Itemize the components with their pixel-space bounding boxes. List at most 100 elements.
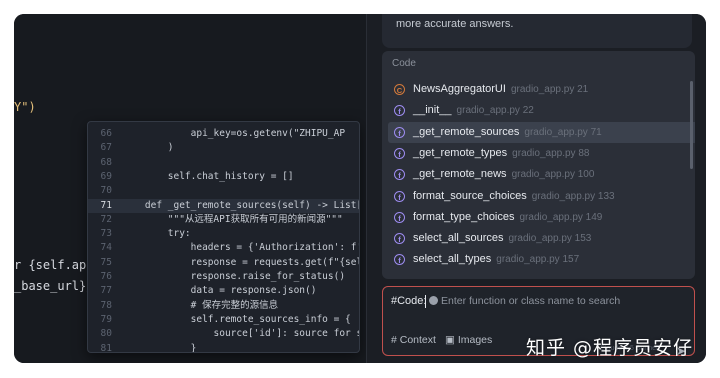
code-text: source['id']: source for so <box>122 328 360 340</box>
symbol-name: select_all_sources <box>413 232 504 245</box>
editor-line: Y") <box>14 100 36 114</box>
suggestion-label: select_all_sources gradio_app.py 153 <box>413 232 591 244</box>
line-number: 78 <box>100 299 112 311</box>
code-line: 66 api_key=os.getenv("ZHIPU_AP <box>88 127 359 141</box>
symbol-location: gradio_app.py 22 <box>456 105 534 117</box>
code-text: try: <box>122 228 191 240</box>
suggestion-label: NewsAggregatorUI gradio_app.py 21 <box>413 83 588 95</box>
symbol-location: gradio_app.py 157 <box>496 254 580 266</box>
context-button[interactable]: # Context <box>391 334 436 346</box>
code-line: 76 response.raise_for_status() <box>88 270 359 284</box>
suggestion-item[interactable]: f _get_remote_types gradio_app.py 88 <box>388 143 695 164</box>
symbol-location: gradio_app.py 153 <box>508 233 592 245</box>
suggestion-label: _get_remote_types gradio_app.py 88 <box>413 147 589 159</box>
function-icon: f <box>394 147 405 159</box>
line-number: 71 <box>100 199 112 211</box>
code-text: headers = {'Authorization': f'B <box>122 242 360 254</box>
symbol-name: _get_remote_sources <box>413 125 520 138</box>
code-text: } <box>122 342 197 353</box>
code-line: 67 ) <box>88 141 359 155</box>
app-window: Y") r {self.api _base_url}/ 66 api_key=o… <box>14 14 706 363</box>
image-icon: ▣ <box>445 334 458 346</box>
line-number: 74 <box>100 242 112 254</box>
class-icon: C <box>394 84 405 95</box>
suggestion-item[interactable]: f _get_remote_sources gradio_app.py 71 <box>388 121 695 143</box>
assistant-message: more accurate answers. <box>382 14 692 48</box>
code-text: response.raise_for_status() <box>122 271 346 282</box>
suggestions-title: Code <box>392 58 416 69</box>
suggestion-label: _get_remote_news gradio_app.py 100 <box>413 168 594 180</box>
code-line: 81 } <box>88 342 359 353</box>
text-cursor <box>425 295 426 308</box>
line-number: 66 <box>100 128 112 139</box>
function-icon: f <box>394 254 405 266</box>
code-line: 78 # 保存完整的源信息 <box>88 299 359 313</box>
symbol-name: NewsAggregatorUI <box>413 83 506 95</box>
line-number: 68 <box>100 156 112 168</box>
suggestion-item[interactable]: f format_source_choices gradio_app.py 133 <box>388 186 695 207</box>
symbol-location: gradio_app.py 21 <box>510 84 589 95</box>
function-icon: f <box>394 190 405 202</box>
line-number: 73 <box>100 228 112 240</box>
code-text: def _get_remote_sources(self) -> List[s <box>122 199 360 211</box>
suggestion-item[interactable]: f select_all_types gradio_app.py 157 <box>388 249 695 270</box>
code-line: 70 <box>88 184 359 198</box>
code-line: 71 def _get_remote_sources(self) -> List… <box>88 198 360 213</box>
line-number: 70 <box>100 185 112 197</box>
editor-line: r {self.api <box>14 258 94 272</box>
code-text: api_key=os.getenv("ZHIPU_AP <box>122 128 346 139</box>
symbol-location: gradio_app.py 88 <box>512 147 590 159</box>
line-number: 72 <box>100 213 112 225</box>
function-icon: f <box>394 211 405 223</box>
code-suggestions-dropdown: Code C NewsAggregatorUI gradio_app.py 21 f _… <box>382 51 695 279</box>
images-button[interactable]: ▣ Images <box>445 334 492 346</box>
symbol-name: _get_remote_news <box>413 168 507 181</box>
suggestion-label: format_type_choices gradio_app.py 149 <box>413 211 602 223</box>
symbol-name: format_source_choices <box>413 189 527 202</box>
function-icon: f <box>394 233 405 245</box>
code-text: ) <box>122 142 174 154</box>
suggestion-item[interactable]: f __init__ gradio_app.py 22 <box>388 100 695 121</box>
line-number: 76 <box>100 271 112 282</box>
suggestion-item[interactable]: f select_all_sources gradio_app.py 153 <box>388 228 695 249</box>
input-placeholder: Enter function or class name to search <box>441 295 621 307</box>
line-number: 79 <box>100 313 112 325</box>
line-number: 67 <box>100 142 112 154</box>
suggestion-label: _get_remote_sources gradio_app.py 71 <box>413 126 602 138</box>
line-number: 81 <box>100 342 112 353</box>
line-number: 69 <box>100 170 112 182</box>
suggestion-label: format_source_choices gradio_app.py 133 <box>413 190 615 202</box>
watermark: 知乎 @程序员安仔 <box>526 337 694 359</box>
suggestion-item[interactable]: f _get_remote_news gradio_app.py 100 <box>388 164 695 185</box>
code-line: 75 response = requests.get(f"{self <box>88 256 359 270</box>
function-icon: f <box>394 169 405 181</box>
code-line: 72 """从远程API获取所有可用的新闻源""" <box>88 213 359 227</box>
code-text: response = requests.get(f"{self <box>122 256 360 268</box>
line-number: 80 <box>100 328 112 340</box>
code-editor-background: Y") r {self.api _base_url}/ 66 api_key=o… <box>14 14 366 363</box>
code-line: 80 source['id']: source for so <box>88 327 359 341</box>
function-icon: f <box>394 126 405 138</box>
suggestions-scrollbar[interactable] <box>690 81 693 169</box>
suggestion-item[interactable]: C NewsAggregatorUI gradio_app.py 21 <box>388 79 695 100</box>
symbol-name: __init__ <box>413 104 452 117</box>
suggestion-label: __init__ gradio_app.py 22 <box>413 104 534 116</box>
code-text: data = response.json() <box>122 285 317 297</box>
suggestion-item[interactable]: f format_type_choices gradio_app.py 149 <box>388 207 695 228</box>
code-line: 79 self.remote_sources_info = { <box>88 313 359 327</box>
symbol-name: select_all_types <box>413 253 492 266</box>
code-line: 68 <box>88 156 359 170</box>
code-line: 69 self.chat_history = [] <box>88 170 359 184</box>
code-text: """从远程API获取所有可用的新闻源""" <box>122 213 343 225</box>
symbol-location: gradio_app.py 71 <box>524 126 602 138</box>
symbol-location: gradio_app.py 100 <box>511 169 595 181</box>
code-line: 73 try: <box>88 227 359 241</box>
code-text: self.remote_sources_info = { <box>122 313 351 325</box>
symbol-name: _get_remote_types <box>413 146 508 159</box>
symbol-name: format_type_choices <box>413 210 515 223</box>
chat-panel: more accurate answers. Code C NewsAggrega… <box>367 14 706 363</box>
symbol-location: gradio_app.py 133 <box>531 190 615 202</box>
editor-line: _base_url}/ <box>14 279 94 293</box>
code-line: 77 data = response.json() <box>88 284 359 298</box>
symbol-location: gradio_app.py 149 <box>519 211 603 223</box>
